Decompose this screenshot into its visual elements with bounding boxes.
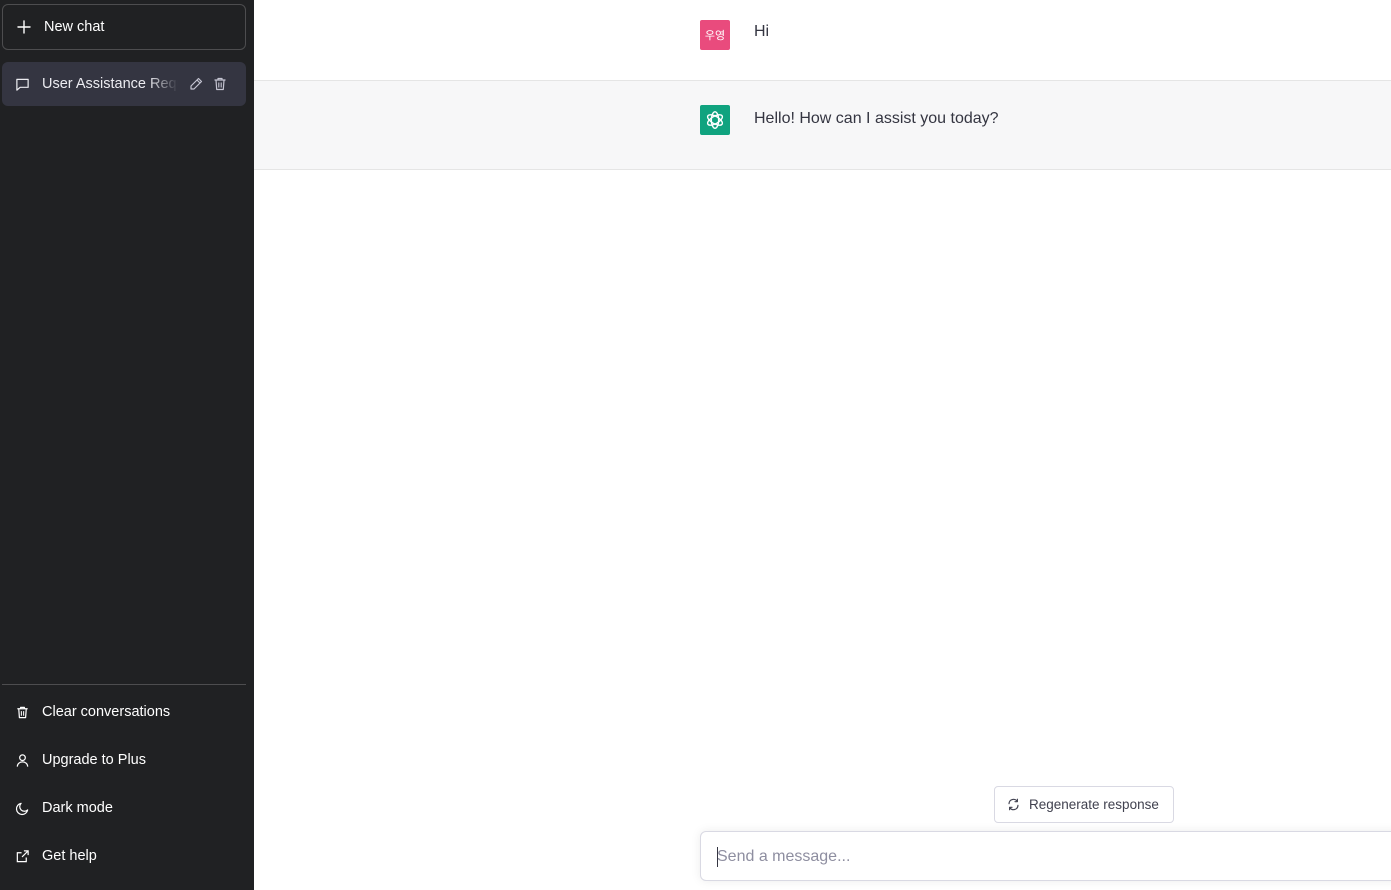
conversation-actions xyxy=(188,76,228,92)
sidebar: New chat User Assistance Requ Clear conv… xyxy=(0,0,254,890)
upgrade-to-plus-button[interactable]: Upgrade to Plus xyxy=(2,738,246,782)
message-input[interactable] xyxy=(717,846,1357,868)
user-message-text: Hi xyxy=(754,23,770,40)
chat-main: 우영 Hi Hello! How can I assist you today?… xyxy=(254,0,1391,890)
dark-mode-button[interactable]: Dark mode xyxy=(2,786,246,830)
user-avatar: 우영 xyxy=(700,20,730,50)
regenerate-response-label: Regenerate response xyxy=(1029,797,1159,812)
refresh-icon xyxy=(1007,798,1020,811)
text-cursor xyxy=(717,847,718,867)
get-help-label: Get help xyxy=(42,848,97,864)
moon-icon xyxy=(15,801,30,816)
plus-icon xyxy=(17,20,31,34)
regenerate-response-button[interactable]: Regenerate response xyxy=(994,786,1174,823)
delete-icon[interactable] xyxy=(212,76,228,92)
assistant-message-text: Hello! How can I assist you today? xyxy=(754,110,999,127)
user-message-row: 우영 Hi xyxy=(254,0,1391,81)
message-input-box[interactable] xyxy=(700,831,1391,881)
conversation-title-input[interactable]: User Assistance Requ xyxy=(42,76,178,92)
trash-icon xyxy=(15,705,30,720)
clear-conversations-button[interactable]: Clear conversations xyxy=(2,690,246,734)
upgrade-to-plus-label: Upgrade to Plus xyxy=(42,752,146,768)
dark-mode-label: Dark mode xyxy=(42,800,113,816)
clear-conversations-label: Clear conversations xyxy=(42,704,171,720)
conversation-item[interactable]: User Assistance Requ xyxy=(2,62,246,106)
new-chat-label: New chat xyxy=(44,19,105,35)
external-link-icon xyxy=(15,849,30,864)
new-chat-button[interactable]: New chat xyxy=(2,4,246,50)
openai-logo-icon xyxy=(700,105,730,135)
get-help-link[interactable]: Get help xyxy=(2,834,246,878)
assistant-message-row: Hello! How can I assist you today? xyxy=(254,81,1391,170)
user-icon xyxy=(15,753,30,768)
edit-icon[interactable] xyxy=(188,76,204,92)
sidebar-divider xyxy=(2,684,246,685)
chat-bubble-icon xyxy=(15,77,30,92)
